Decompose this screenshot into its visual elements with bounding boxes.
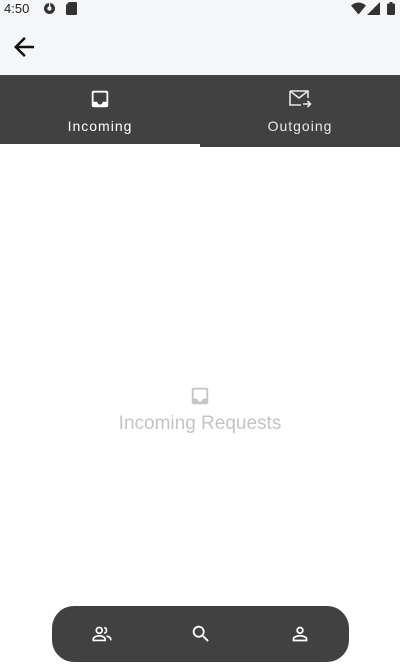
tab-incoming-label: Incoming [67,118,133,134]
tab-outgoing-label: Outgoing [267,118,333,134]
nav-friends-button[interactable] [52,606,151,662]
status-time: 4:50 [4,1,30,16]
bottom-nav [52,606,349,662]
nav-search-button[interactable] [151,606,250,662]
mail-send-icon [289,90,312,108]
profile-icon [292,626,307,642]
tab-outgoing[interactable]: Outgoing [200,75,400,147]
sd-card-icon [66,2,77,15]
tab-incoming[interactable]: Incoming [0,75,200,147]
back-button[interactable] [6,29,42,65]
signal-icon [367,2,380,15]
search-icon [192,625,209,642]
friends-icon [91,626,112,642]
tab-bar: Incoming Outgoing [0,75,400,147]
data-saver-icon [44,3,55,14]
tab-indicator [0,144,200,147]
arrow-back-icon [14,37,34,57]
inbox-icon [191,387,209,405]
nav-profile-button[interactable] [250,606,349,662]
wifi-icon [351,2,366,15]
inbox-icon [91,90,109,108]
battery-icon [387,2,395,15]
empty-state: Incoming Requests [0,384,400,437]
empty-state-text: Incoming Requests [118,413,282,434]
status-bar: 4:50 [0,0,400,17]
app-bar [0,17,400,75]
